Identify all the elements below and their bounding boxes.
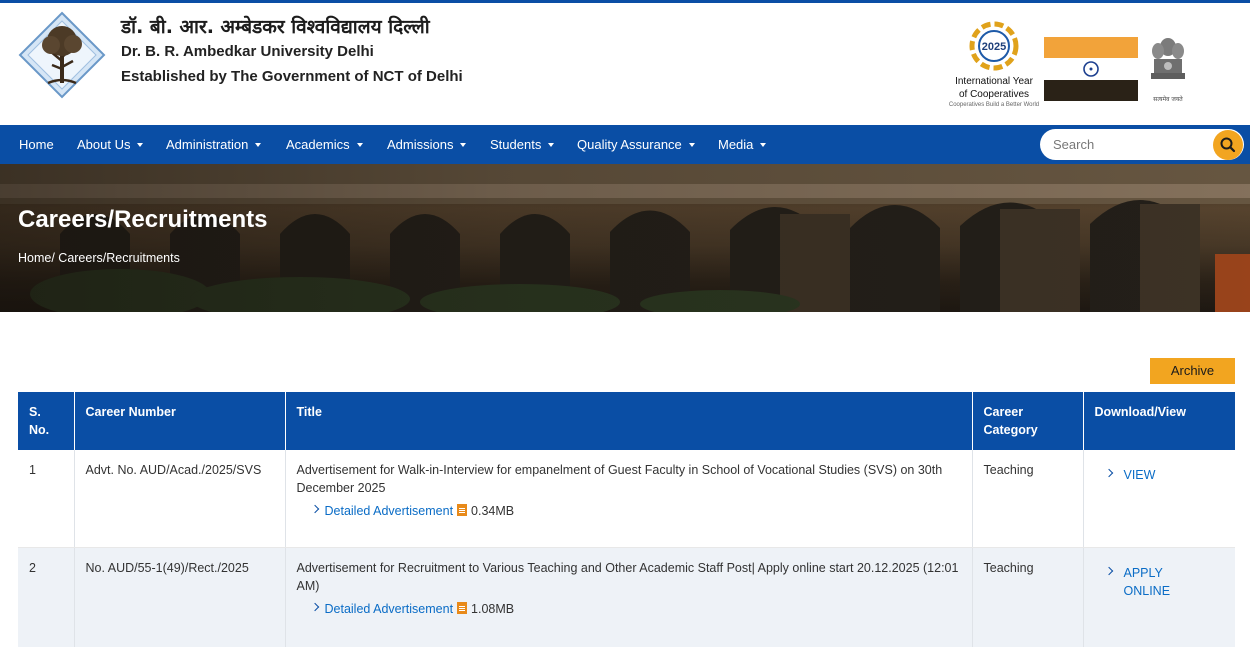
careers-table: S. No. Career Number Title Career Category… — [18, 392, 1235, 647]
row-sno: 1 — [18, 450, 75, 548]
detailed-advertisement-link[interactable]: Detailed Advertisement — [325, 504, 454, 518]
file-size: 0.34MB — [471, 504, 515, 518]
file-size: 1.08MB — [471, 601, 515, 616]
cooperatives-tagline: Cooperatives Build a Better World — [948, 102, 1040, 108]
emblem-motto: सत्यमेव जयते — [1153, 96, 1183, 103]
view-link[interactable]: VIEW — [1095, 461, 1225, 484]
chevron-right-icon — [1104, 566, 1113, 575]
nav-admissions-label: Admissions — [387, 137, 454, 152]
chevron-right-icon — [310, 602, 319, 611]
view-link-label[interactable]: VIEW — [1124, 466, 1156, 484]
cooperatives-ring-icon: 2025 — [969, 21, 1019, 71]
apply-line2: ONLINE — [1123, 583, 1171, 598]
cooperatives-year-logo: 2025 International Year of Cooperatives … — [948, 18, 1040, 114]
chevron-down-icon — [688, 142, 695, 147]
chevron-down-icon — [760, 142, 767, 147]
table-row: 2 No. AUD/55-1(49)/Rect./2025 Advertisem… — [18, 547, 1235, 647]
pdf-icon[interactable] — [457, 601, 468, 614]
cooperatives-line1: International Year — [955, 76, 1033, 87]
breadcrumb[interactable]: Home/ Careers/Recruitments — [18, 251, 180, 265]
header-sno-line2: No. — [29, 423, 50, 437]
row-title: Advertisement for Walk-in-Interview for … — [296, 463, 943, 495]
table-row: 1 Advt. No. AUD/Acad./2025/SVS Advertise… — [18, 450, 1235, 548]
nav-quality-assurance[interactable]: Quality Assurance — [577, 125, 695, 164]
header-category-line2: Category — [983, 423, 1038, 437]
header-sno-line1: S. — [29, 405, 41, 419]
page-title: Careers/Recruitments — [18, 206, 268, 233]
nav-academics-label: Academics — [286, 137, 350, 152]
header-download-view: Download/View — [1083, 392, 1235, 450]
cooperatives-year: 2025 — [982, 41, 1006, 53]
nav-administration[interactable]: Administration — [166, 125, 262, 164]
nav-about-us[interactable]: About Us — [77, 125, 144, 164]
row-career-number: No. AUD/55-1(49)/Rect./2025 — [74, 547, 286, 647]
row-action-cell: APPLY ONLINE — [1083, 547, 1235, 647]
search-button[interactable] — [1213, 130, 1243, 160]
header-category-line1: Career — [983, 405, 1024, 419]
row-title: Advertisement for Recruitment to Various… — [296, 560, 959, 593]
row-career-number: Advt. No. AUD/Acad./2025/SVS — [74, 450, 286, 548]
chevron-down-icon — [460, 142, 467, 147]
university-name-english: Dr. B. R. Ambedkar University Delhi — [121, 43, 374, 60]
established-by-text: Established by The Government of NCT of … — [121, 68, 463, 85]
search-icon — [1220, 137, 1236, 153]
university-logo[interactable] — [18, 11, 106, 99]
row-title-cell: Advertisement for Recruitment to Various… — [285, 547, 973, 647]
detailed-advertisement: Detailed Advertisement 0.34MB — [297, 502, 961, 520]
row-category: Teaching — [972, 450, 1084, 548]
ashoka-emblem-icon — [1151, 38, 1185, 79]
nav-media[interactable]: Media — [718, 125, 767, 164]
chevron-down-icon — [255, 142, 262, 147]
archive-button[interactable]: Archive — [1150, 358, 1235, 384]
nav-admissions[interactable]: Admissions — [387, 125, 467, 164]
detailed-advertisement-link[interactable]: Detailed Advertisement — [325, 602, 454, 616]
apply-online-label[interactable]: APPLY ONLINE — [1124, 564, 1171, 600]
chevron-down-icon — [356, 142, 363, 147]
chevron-right-icon — [1104, 468, 1113, 478]
nav-home-label: Home — [19, 137, 54, 152]
apply-online-link[interactable]: APPLY ONLINE — [1095, 559, 1225, 600]
nav-students[interactable]: Students — [490, 125, 555, 164]
university-name-hindi: डॉ. बी. आर. अम्बेडकर विश्वविद्यालय दिल्ल… — [121, 16, 430, 38]
apply-line1: APPLY — [1123, 565, 1163, 580]
chevron-down-icon — [137, 142, 144, 147]
table-header-row: S. No. Career Number Title Career Category… — [18, 392, 1235, 450]
main-navbar: Home About Us Administration Academics A… — [0, 125, 1250, 164]
national-emblem: सत्यमेव जयते — [1146, 33, 1190, 105]
chevron-right-icon — [310, 504, 319, 514]
cooperatives-line2: of Cooperatives — [958, 89, 1030, 100]
nav-quality-assurance-label: Quality Assurance — [577, 137, 682, 152]
row-sno: 2 — [18, 547, 75, 647]
banner-overlay — [0, 164, 1250, 312]
nav-academics[interactable]: Academics — [286, 125, 363, 164]
nav-media-label: Media — [718, 137, 754, 152]
detailed-advertisement: Detailed Advertisement 1.08MB — [297, 600, 961, 618]
header-title: Title — [285, 392, 973, 450]
nav-home[interactable]: Home — [19, 125, 54, 164]
row-title-cell: Advertisement for Walk-in-Interview for … — [285, 450, 973, 548]
nav-administration-label: Administration — [166, 137, 249, 152]
chevron-down-icon — [548, 142, 555, 147]
nav-students-label: Students — [490, 137, 542, 152]
nav-about-us-label: About Us — [77, 137, 131, 152]
header-sno: S. No. — [18, 392, 75, 450]
header-career-category: Career Category — [972, 392, 1084, 450]
pdf-icon[interactable] — [457, 504, 468, 516]
indian-flag-icon — [1044, 37, 1138, 101]
header-career-number: Career Number — [74, 392, 286, 450]
row-category: Teaching — [972, 547, 1084, 647]
row-action-cell: VIEW — [1083, 450, 1235, 548]
search-input[interactable] — [1053, 135, 1203, 154]
page-banner — [0, 164, 1250, 312]
site-header: डॉ. बी. आर. अम्बेडकर विश्वविद्यालय दिल्ल… — [0, 3, 1250, 125]
